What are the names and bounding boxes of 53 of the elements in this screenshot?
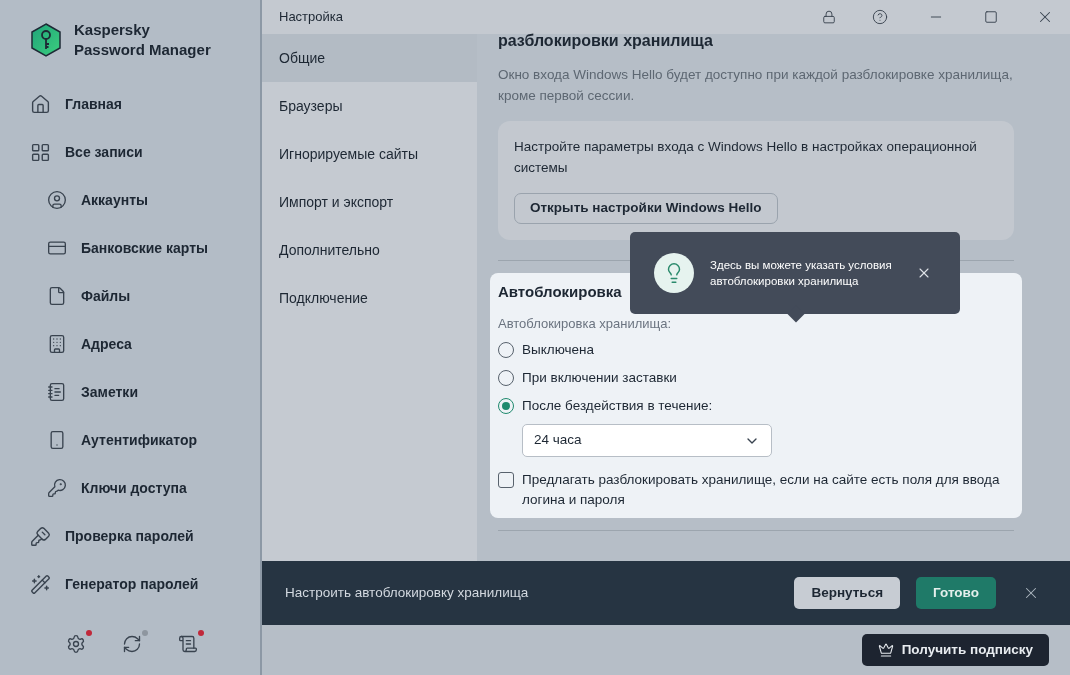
settings-tab[interactable]: Дополнительно <box>262 226 477 274</box>
document-icon[interactable] <box>177 633 199 655</box>
settings-tab[interactable]: Общие <box>262 34 477 82</box>
radio-option[interactable]: После бездействия в течение: <box>498 392 1014 420</box>
radio-option[interactable]: При включении заставки <box>498 364 1014 392</box>
subscribe-button[interactable]: Получить подписку <box>861 634 1049 666</box>
home-icon <box>30 93 51 115</box>
sidebar-item[interactable]: Файлы <box>0 272 260 320</box>
sidebar-item[interactable]: Аккаунты <box>0 176 260 224</box>
sidebar-item[interactable]: Генератор паролей <box>0 560 260 608</box>
lightbulb-icon <box>654 253 694 293</box>
back-button[interactable]: Вернуться <box>794 577 901 609</box>
done-button[interactable]: Готово <box>916 577 996 609</box>
key-logo-icon <box>30 23 62 57</box>
open-hello-settings-button[interactable]: Открыть настройки Windows Hello <box>514 193 778 224</box>
section-description: Окно входа Windows Hello будет доступно при каждой разблокировке хранилища, кроме первой сессии. <box>498 66 1014 105</box>
settings-tab[interactable]: Подключение <box>262 274 477 322</box>
maximize-icon[interactable] <box>984 10 998 24</box>
sidebar-item[interactable]: Аутентификатор <box>0 416 260 464</box>
sidebar-item[interactable]: Все записи <box>0 128 260 176</box>
settings-tab[interactable]: Импорт и экспорт <box>262 178 477 226</box>
banner-text: Настроить автоблокировку хранилища <box>285 583 529 602</box>
sidebar-item[interactable]: Адреса <box>0 320 260 368</box>
sidebar-item[interactable]: Ключи доступа <box>0 464 260 512</box>
notepad-icon <box>47 382 67 402</box>
settings-tab[interactable]: Браузеры <box>262 82 477 130</box>
app-name: Kaspersky Password Manager <box>74 20 211 60</box>
settings-icon[interactable] <box>65 633 87 655</box>
sidebar-item[interactable]: Банковские карты <box>0 224 260 272</box>
sidebar-item[interactable]: Главная <box>0 80 260 128</box>
checkbox-label: Предлагать разблокировать хранилище, если на сайте есть поля для ввода логина и пароля <box>522 471 1001 509</box>
grid-icon <box>30 141 51 163</box>
sync-icon[interactable] <box>121 633 143 655</box>
settings-tab[interactable]: Игнорируемые сайты <box>262 130 477 178</box>
hello-card-text: Настройте параметры входа с Windows Hello в настройках операционной системы <box>514 138 978 177</box>
autolock-label: Автоблокировка хранилища: <box>498 315 673 333</box>
duration-dropdown[interactable]: 24 часа <box>522 424 772 457</box>
window-title: Настройка <box>279 8 343 27</box>
autolock-title: Автоблокировка <box>498 282 622 302</box>
sidebar-item[interactable]: Заметки <box>0 368 260 416</box>
key-icon <box>47 478 67 498</box>
help-icon[interactable] <box>872 9 888 25</box>
checkbox[interactable] <box>498 472 514 488</box>
building-icon <box>47 334 67 354</box>
magic-wand-icon <box>30 573 51 595</box>
radio-option[interactable]: Выключена <box>498 336 1014 364</box>
section-heading: разблокировки хранилища <box>498 31 714 51</box>
lock-icon[interactable] <box>822 10 836 24</box>
user-icon <box>47 190 67 210</box>
file-icon <box>47 286 67 306</box>
crown-icon <box>877 642 894 658</box>
tooltip-text: Здесь вы можете указать условия автоблокировки хранилища <box>710 258 893 289</box>
sidebar-item[interactable]: Проверка паролей <box>0 512 260 560</box>
